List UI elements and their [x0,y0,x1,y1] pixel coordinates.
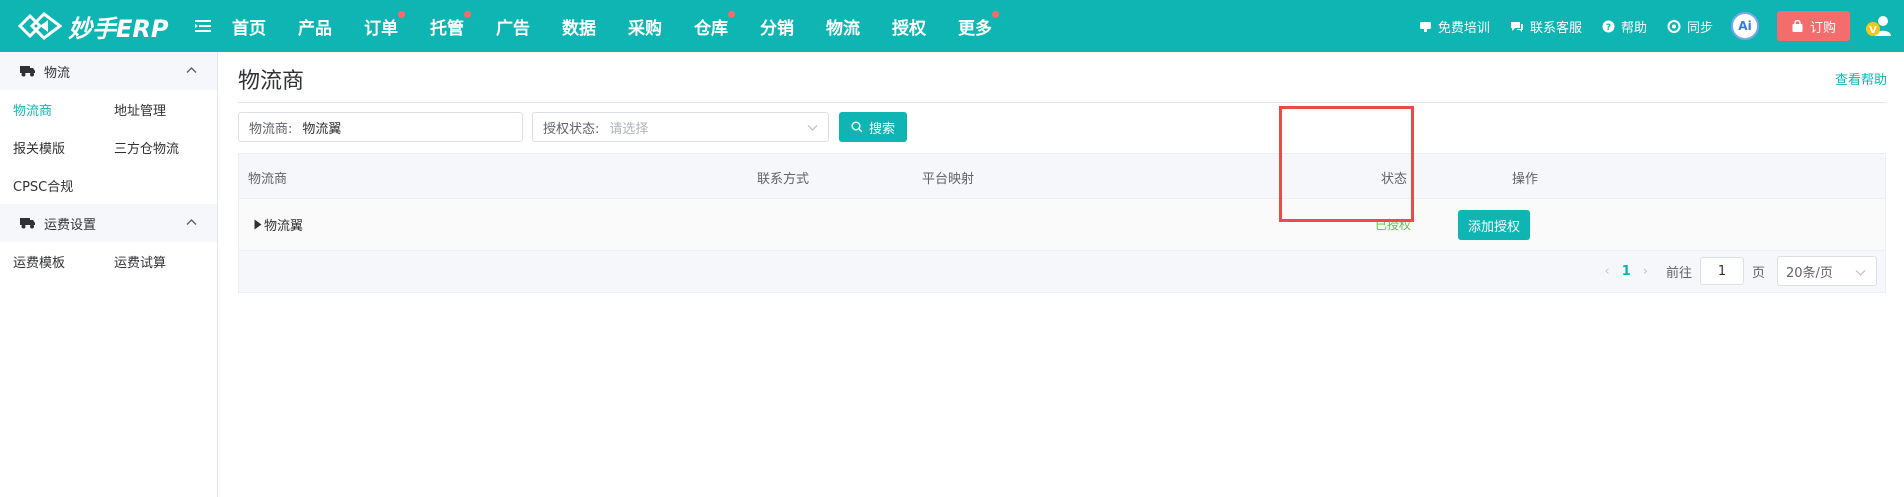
carrier-table: 物流商 联系方式 平台映射 状态 操作 物流翼 已授权 添加授权 ‹ 1 › 前… [238,153,1886,293]
pagination: ‹ 1 › 前往 1 页 20条/页 [1595,256,1877,286]
truck-icon [20,218,35,229]
sidebar-item-address-management[interactable]: 地址管理 [114,100,215,119]
logo-mark-icon [18,12,62,40]
add-authorization-button[interactable]: 添加授权 [1458,210,1531,240]
notification-dot [728,10,735,18]
next-page-icon[interactable]: › [1643,264,1648,279]
notification-dot [398,10,405,18]
nav-data[interactable]: 数据 [562,14,596,39]
svg-text:V: V [1869,25,1877,36]
user-avatar-icon[interactable]: V [1864,11,1894,41]
sidebar-group-logistics[interactable]: 物流 [0,52,217,90]
nav-products[interactable]: 产品 [298,14,332,39]
page-size-select[interactable]: 20条/页 [1777,256,1877,286]
nav-ads[interactable]: 广告 [496,14,530,39]
sidebar-item-third-party-warehouse[interactable]: 三方仓物流 [114,138,215,157]
nav-authorization[interactable]: 授权 [892,14,926,39]
logo-text: 妙手ERP [68,14,169,43]
auth-status-label: 授权状态: [543,121,600,137]
sidebar: 物流 物流商 地址管理 报关模版 三方仓物流 CPSC合规 运费设置 运费模板 … [0,52,218,497]
contact-support-link[interactable]: 联系客服 [1510,17,1582,36]
nav-logistics[interactable]: 物流 [826,14,860,39]
auth-status-select[interactable]: 授权状态: 请选择 [532,112,829,142]
nav-distribution[interactable]: 分销 [760,14,794,39]
shopping-bag-icon [1792,19,1803,32]
header-tools: 免费培训 联系客服 ? 帮助 同步 Ai 订购 V [1399,0,1894,52]
column-header-contact: 联系方式 [757,172,810,187]
search-button[interactable]: 搜索 [839,112,908,142]
notification-dot [992,10,999,18]
column-header-status: 状态 [1381,172,1408,187]
top-bar: 妙手ERP 首页 产品 订单 托管 广告 数据 采购 仓库 分销 物流 授权 更… [0,0,1904,52]
auth-status-placeholder: 请选择 [609,121,649,137]
expand-arrow-icon[interactable] [254,219,262,230]
chevron-down-icon [1855,270,1866,276]
notification-dot [464,10,471,18]
carrier-filter-label: 物流商: [249,121,293,137]
status-badge: 已授权 [1375,218,1412,232]
carrier-filter-field[interactable]: 物流商: 物流翼 [238,112,523,142]
sidebar-item-cpsc-compliance[interactable]: CPSC合规 [13,176,114,195]
menu-toggle-icon[interactable] [193,16,213,36]
help-link[interactable]: ? 帮助 [1602,17,1647,36]
nav-purchase[interactable]: 采购 [628,14,662,39]
logo[interactable]: 妙手ERP [18,8,168,44]
sync-icon [1667,19,1681,33]
chevron-up-icon [186,67,197,73]
prev-page-icon[interactable]: ‹ [1605,264,1610,279]
column-header-carrier: 物流商 [248,172,288,187]
sidebar-group-shipping-settings[interactable]: 运费设置 [0,204,217,242]
sidebar-item-carriers[interactable]: 物流商 [13,100,114,119]
order-button[interactable]: 订购 [1776,11,1850,41]
page-unit-label: 页 [1751,265,1765,281]
table-row: 物流翼 已授权 添加授权 [239,199,1885,251]
question-icon: ? [1602,20,1615,33]
column-header-action: 操作 [1512,172,1539,187]
chevron-down-icon [807,125,818,131]
nav-warehouse[interactable]: 仓库 [694,10,735,39]
table-header: 物流商 联系方式 平台映射 状态 操作 [239,154,1885,199]
nav-more[interactable]: 更多 [958,10,999,39]
goto-page-input[interactable]: 1 [1699,257,1744,285]
sync-link[interactable]: 同步 [1667,17,1713,36]
free-training-link[interactable]: 免费培训 [1419,17,1490,36]
page-title: 物流商 [238,69,305,94]
sidebar-item-customs-templates[interactable]: 报关模版 [13,138,114,157]
sidebar-item-shipping-templates[interactable]: 运费模板 [13,252,114,271]
carrier-name: 物流翼 [264,219,304,234]
ai-assistant-button[interactable]: Ai [1730,12,1759,40]
filter-bar: 物流商: 物流翼 授权状态: 请选择 搜索 [238,112,908,142]
chevron-up-icon [186,219,197,225]
main-nav: 首页 产品 订单 托管 广告 数据 采购 仓库 分销 物流 授权 更多 [232,0,1024,52]
nav-hosting[interactable]: 托管 [430,10,471,39]
goto-label: 前往 [1665,265,1692,281]
column-header-mapping: 平台映射 [922,172,975,187]
nav-orders[interactable]: 订单 [364,10,405,39]
divider [238,102,1886,103]
carrier-filter-value: 物流翼 [302,121,342,137]
main-content: 物流商 查看帮助 物流商: 物流翼 授权状态: 请选择 搜索 物流商 联系方式 … [219,52,1904,497]
search-icon [851,121,863,133]
svg-text:?: ? [1606,23,1611,33]
truck-icon [20,66,35,77]
view-help-link[interactable]: 查看帮助 [1835,69,1887,88]
page-number[interactable]: 1 [1622,264,1631,279]
nav-home[interactable]: 首页 [232,14,266,39]
sidebar-item-shipping-calculator[interactable]: 运费试算 [114,252,215,271]
pagination-bar: ‹ 1 › 前往 1 页 20条/页 [239,251,1885,292]
training-icon [1419,21,1431,32]
chat-icon [1510,21,1523,32]
